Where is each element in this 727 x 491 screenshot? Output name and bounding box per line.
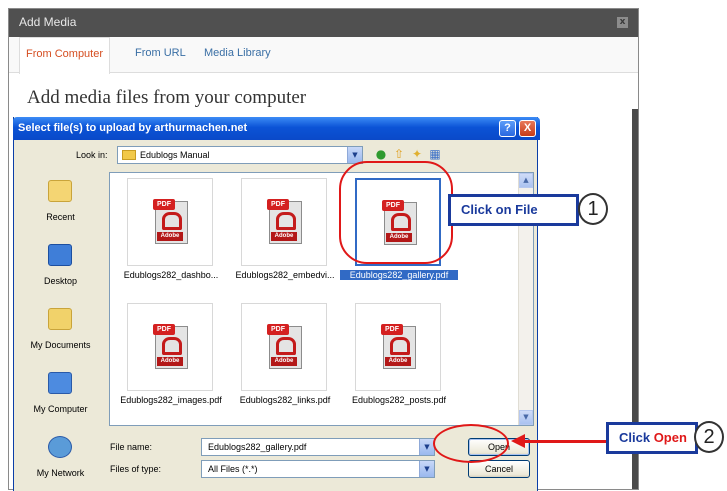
file-name-value: Edublogs282_gallery.pdf <box>208 442 307 452</box>
look-in-value: Edublogs Manual <box>140 150 210 160</box>
step-number-2: 2 <box>694 421 724 453</box>
place-recent[interactable]: Recent <box>18 174 103 238</box>
new-folder-icon[interactable]: ✦ <box>410 147 424 161</box>
pdf-icon: PDF Adobe <box>267 199 302 244</box>
file-thumbnail: PDF Adobe <box>355 303 441 391</box>
up-folder-icon[interactable]: ⇧ <box>392 147 406 161</box>
callout-step-2: Click Open <box>606 422 698 454</box>
file-item[interactable]: PDF Adobe Edublogs282_posts.pdf <box>340 303 450 413</box>
pdf-icon: PDF Adobe <box>267 324 302 369</box>
media-tabs: From Computer From URL Media Library <box>9 37 638 74</box>
callout-text-highlight: Open <box>653 430 687 445</box>
file-thumbnail: PDF Adobe <box>241 178 327 266</box>
recent-folder-icon <box>48 180 72 202</box>
file-item[interactable]: PDF Adobe Edublogs282_links.pdf <box>226 303 336 413</box>
back-icon[interactable]: ● <box>374 147 388 161</box>
my-computer-icon <box>48 372 72 394</box>
scroll-up-icon[interactable]: ▲ <box>519 173 533 188</box>
place-label: My Network <box>36 468 85 478</box>
scroll-down-icon[interactable]: ▼ <box>519 410 533 425</box>
file-type-label: Files of type: <box>110 464 162 474</box>
place-desktop[interactable]: Desktop <box>18 238 103 302</box>
pdf-icon: PDF Adobe <box>153 199 188 244</box>
file-name: Edublogs282_posts.pdf <box>351 395 447 405</box>
arrow-left-icon <box>511 434 525 448</box>
callout-text: Click on File <box>461 202 538 217</box>
look-in-label: Look in: <box>76 150 108 160</box>
file-name: Edublogs282_gallery.pdf <box>340 270 458 280</box>
chevron-down-icon[interactable]: ▼ <box>347 147 362 163</box>
place-label: Desktop <box>43 276 78 286</box>
page-heading: Add media files from your computer <box>27 87 307 108</box>
step-number-1: 1 <box>578 193 608 225</box>
view-menu-icon[interactable]: ▦ <box>428 147 442 161</box>
folder-icon <box>122 150 136 160</box>
file-item[interactable]: PDF Adobe Edublogs282_images.pdf <box>112 303 222 413</box>
chevron-down-icon[interactable]: ▼ <box>419 461 434 477</box>
highlight-ring-file <box>339 161 453 264</box>
modal-titlebar: Add Media x <box>9 9 638 37</box>
my-documents-icon <box>48 308 72 330</box>
file-name: Edublogs282_embedvi... <box>235 270 335 280</box>
file-thumbnail: PDF Adobe <box>127 178 213 266</box>
tab-from-url[interactable]: From URL <box>132 47 189 59</box>
place-label: Recent <box>46 212 75 222</box>
file-type-dropdown[interactable]: All Files (*.*) ▼ <box>201 460 435 478</box>
pdf-icon: PDF Adobe <box>153 324 188 369</box>
file-thumbnail: PDF Adobe <box>127 303 213 391</box>
file-name-label: File name: <box>110 442 153 452</box>
modal-title: Add Media <box>19 15 77 29</box>
file-item[interactable]: PDF Adobe Edublogs282_embedvi... <box>226 178 336 288</box>
help-button[interactable]: ? <box>499 120 516 137</box>
tab-media-library[interactable]: Media Library <box>201 47 274 59</box>
file-name: Edublogs282_dashbo... <box>123 270 219 280</box>
place-my-documents[interactable]: My Documents <box>18 302 103 366</box>
tab-from-computer[interactable]: From Computer <box>19 37 111 74</box>
place-label: My Computer <box>33 404 88 414</box>
place-my-network[interactable]: My Network <box>18 430 103 491</box>
screenshot: Add Media x From Computer From URL Media… <box>0 0 727 491</box>
file-item[interactable]: PDF Adobe Edublogs282_dashbo... <box>112 178 222 288</box>
add-media-modal: Add Media x From Computer From URL Media… <box>8 8 639 491</box>
dialog-close-button[interactable]: X <box>519 120 536 137</box>
dialog-title: Select file(s) to upload by arthurmachen… <box>18 122 248 134</box>
file-name-input[interactable]: Edublogs282_gallery.pdf ▼ <box>201 438 435 456</box>
callout-text: Click <box>619 430 654 445</box>
file-name: Edublogs282_images.pdf <box>120 395 222 405</box>
dialog-titlebar: Select file(s) to upload by arthurmachen… <box>13 117 540 140</box>
modal-close-icon[interactable]: x <box>617 17 628 28</box>
place-label: My Documents <box>30 340 91 350</box>
file-type-value: All Files (*.*) <box>208 464 258 474</box>
pdf-icon: PDF Adobe <box>381 324 416 369</box>
chevron-down-icon[interactable]: ▼ <box>419 439 434 455</box>
file-thumbnail: PDF Adobe <box>241 303 327 391</box>
places-bar: Recent Desktop My Documents My Computer … <box>18 172 103 490</box>
arrow-line <box>523 440 606 443</box>
file-name: Edublogs282_links.pdf <box>239 395 331 405</box>
look-in-dropdown[interactable]: Edublogs Manual ▼ <box>117 146 363 164</box>
desktop-icon <box>48 244 72 266</box>
place-my-computer[interactable]: My Computer <box>18 366 103 430</box>
my-network-icon <box>48 436 72 458</box>
highlight-ring-open <box>433 424 509 463</box>
callout-step-1: Click on File <box>448 194 579 226</box>
